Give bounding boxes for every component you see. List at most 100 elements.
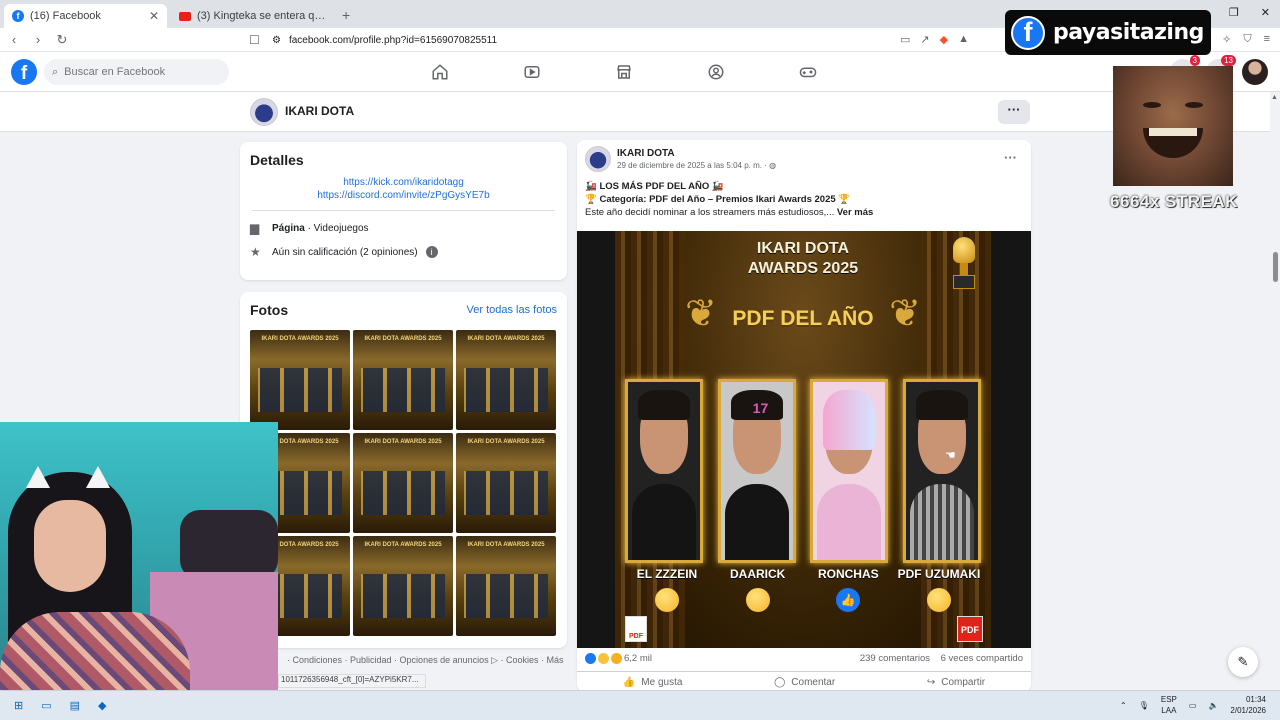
task-view-icon[interactable]: ▭ <box>41 699 51 712</box>
plush-toy <box>180 510 278 580</box>
cast-icon[interactable]: ▭ <box>900 33 910 46</box>
scroll-thumb[interactable] <box>1273 252 1278 282</box>
menu-icon[interactable]: ≡ <box>1264 33 1270 46</box>
share-icon[interactable]: ↗ <box>920 33 929 46</box>
star-icon: ★ <box>250 245 261 259</box>
profile-avatar[interactable] <box>250 98 278 126</box>
brave-shield-icon[interactable]: ◆ <box>940 33 948 46</box>
globe-icon: ◍ <box>769 161 777 170</box>
clock[interactable]: 01:34 2/01/2026 <box>1230 694 1266 716</box>
vpn-icon[interactable]: ⛉ <box>1243 33 1251 46</box>
taskbar-apps: ⊞ ▭ ▤ ◆ <box>14 699 107 712</box>
streamer-face <box>34 500 106 592</box>
comment-button[interactable]: ◯ Comentar <box>774 677 835 688</box>
share-button[interactable]: ↪ Compartir <box>927 677 985 688</box>
reactions[interactable]: 6,2 mil <box>585 653 652 664</box>
microphone-icon[interactable]: 🎙 <box>1139 701 1149 710</box>
gaming-icon[interactable] <box>798 62 818 82</box>
see-more-link[interactable]: Ver más <box>837 207 873 218</box>
post-date-text: 29 de diciembre de 2025 a las 5:04 p. m.… <box>617 161 767 170</box>
streamer-name: payasitazing <box>1053 20 1204 45</box>
tray-expand-icon[interactable]: ⌃ <box>1120 701 1127 710</box>
bookmark-icon[interactable]: ☐ <box>249 33 260 47</box>
awards-poster: IKARI DOTA AWARDS 2025 ❦ ❦ PDF DEL AÑO 1… <box>615 231 991 648</box>
photo-thumbnail[interactable]: IKARI DOTA AWARDS 2025 <box>456 433 556 533</box>
poster-title: IKARI DOTA AWARDS 2025 <box>615 239 991 279</box>
photo-grid: IKARI DOTA AWARDS 2025 IKARI DOTA AWARDS… <box>250 330 557 636</box>
photo-thumbnail[interactable]: IKARI DOTA AWARDS 2025 <box>353 433 453 533</box>
video-icon[interactable] <box>522 62 542 82</box>
marketplace-icon[interactable] <box>614 62 634 82</box>
back-icon[interactable]: ‹ <box>4 32 24 47</box>
network-icon[interactable]: ▭ <box>1189 701 1197 710</box>
page-scrollbar[interactable]: ▲ <box>1270 92 1280 690</box>
forward-icon[interactable]: › <box>28 32 48 47</box>
rewards-icon[interactable]: ▲ <box>958 33 969 46</box>
new-message-button[interactable]: ✎ <box>1228 647 1258 677</box>
ai-icon[interactable]: ✧ <box>1222 33 1231 46</box>
scroll-up-icon[interactable]: ▲ <box>1271 94 1278 101</box>
avatar[interactable] <box>1242 59 1268 85</box>
url-field[interactable]: ⚙ facebook.com/profile.php?id=6156907082… <box>272 31 988 49</box>
discord-link[interactable]: https://discord.com/invite/zPgGysYE7b <box>250 189 557 202</box>
frame-number: 17 <box>752 400 769 416</box>
layout-code: LAA <box>1161 706 1177 715</box>
comments-count[interactable]: 239 comentarios <box>860 653 930 664</box>
photo-thumbnail[interactable]: IKARI DOTA AWARDS 2025 <box>456 330 556 430</box>
tab-title: (3) Kingteka se entera que Ronchas e <box>197 10 326 22</box>
nominee-photo <box>625 379 703 563</box>
volume-icon[interactable]: 🔈 <box>1208 701 1218 710</box>
search-box[interactable]: ⌕ <box>44 59 229 85</box>
maximize-icon[interactable]: ❐ <box>1229 6 1239 19</box>
tab-facebook[interactable]: f (16) Facebook ✕ <box>4 4 167 28</box>
close-window-icon[interactable]: ✕ <box>1261 6 1270 19</box>
post-card: IKARI DOTA 29 de diciembre de 2025 a las… <box>577 140 1031 692</box>
reload-icon[interactable]: ↻ <box>52 32 72 48</box>
url-text: facebook.com/profile.php?id=615690708255… <box>288 34 498 46</box>
photo-thumbnail[interactable]: IKARI DOTA AWARDS 2025 <box>353 536 453 636</box>
footer-links[interactable]: · Condiciones · Publicidad · Opciones de… <box>287 655 564 666</box>
trophy-icon <box>949 237 979 307</box>
site-settings-icon[interactable]: ⚙ <box>272 35 281 46</box>
hand-cursor-icon: ☚ <box>945 448 956 462</box>
language-indicator[interactable]: ESP LAA <box>1161 694 1177 716</box>
more-options-button[interactable]: ··· <box>998 100 1030 124</box>
status-bar-url: 1011726356948_cft_[0]=AZYPi5KR7... <box>278 674 426 688</box>
explorer-icon[interactable]: ▤ <box>70 699 80 712</box>
page-type-row: ▆ Página · Videojuegos <box>250 221 557 235</box>
clock-time: 01:34 <box>1245 695 1266 704</box>
shares-count[interactable]: 6 veces compartido <box>941 653 1023 664</box>
main-nav <box>430 62 818 82</box>
pdf-file-icon: PDF <box>625 616 647 642</box>
home-icon[interactable] <box>430 62 450 82</box>
language-code: ESP <box>1160 695 1177 704</box>
new-tab-button[interactable]: + <box>342 7 350 23</box>
kick-link[interactable]: https://kick.com/ikaridotagg <box>250 176 557 189</box>
info-icon[interactable]: i <box>425 246 438 258</box>
photo-thumbnail[interactable]: IKARI DOTA AWARDS 2025 <box>456 536 556 636</box>
tab-youtube[interactable]: (3) Kingteka se entera que Ronchas e <box>171 4 334 28</box>
start-icon[interactable]: ⊞ <box>14 699 23 712</box>
profile-name[interactable]: IKARI DOTA <box>285 104 354 118</box>
post-author[interactable]: IKARI DOTA <box>617 148 675 159</box>
post-image[interactable]: IKARI DOTA AWARDS 2025 ❦ ❦ PDF DEL AÑO 1… <box>577 231 1031 648</box>
photo-thumbnail[interactable]: IKARI DOTA AWARDS 2025 <box>353 330 453 430</box>
brave-icon[interactable]: ◆ <box>98 699 106 712</box>
poster-title-line-2: AWARDS 2025 <box>747 260 859 277</box>
thumbnail-caption: IKARI DOTA AWARDS 2025 <box>364 439 442 445</box>
post-options-button[interactable]: ··· <box>1004 150 1017 165</box>
facebook-logo-icon[interactable]: f <box>11 59 37 85</box>
search-input[interactable] <box>64 66 215 78</box>
nominee-photo <box>902 379 981 563</box>
close-icon[interactable]: ✕ <box>149 9 159 23</box>
post-author-avatar[interactable] <box>585 146 611 172</box>
post-date[interactable]: 29 de diciembre de 2025 a las 5:04 p. m.… <box>617 161 776 170</box>
like-button[interactable]: 👍 Me gusta <box>623 677 683 688</box>
photo-thumbnail[interactable]: IKARI DOTA AWARDS 2025 <box>250 330 350 430</box>
tab-title: (16) Facebook <box>30 10 101 22</box>
thumbnail-caption: IKARI DOTA AWARDS 2025 <box>261 336 339 342</box>
meme-overlay-image <box>1113 66 1233 186</box>
nominee-emojis: 👍 <box>625 588 981 612</box>
see-all-photos-link[interactable]: Ver todas las fotos <box>467 304 558 316</box>
groups-icon[interactable] <box>706 62 726 82</box>
